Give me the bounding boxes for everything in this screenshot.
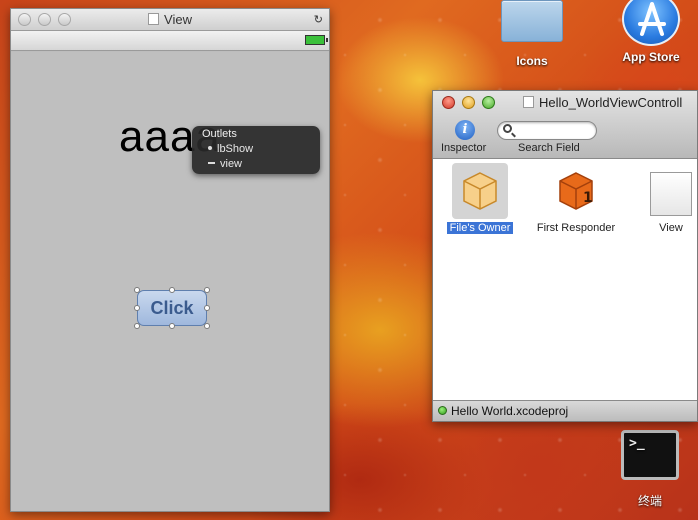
folder-icon	[501, 0, 563, 42]
object-view[interactable]: View	[645, 163, 697, 234]
document-icon	[148, 13, 160, 25]
resize-handle[interactable]	[134, 305, 140, 311]
outlets-popup: Outlets lbShow view	[192, 126, 320, 174]
desktop-icon-label: App Store	[622, 50, 680, 64]
connected-dot-icon	[208, 146, 212, 150]
first-responder-icon: 1	[548, 163, 604, 219]
view-window: View ↻ aaaa Click	[10, 8, 330, 512]
document-icon	[523, 96, 534, 108]
inspector-label[interactable]: Inspector	[441, 142, 486, 154]
window-title: Hello_WorldViewControll	[523, 95, 682, 110]
desktop-app-store[interactable]: App Store	[614, 0, 688, 64]
dash-icon	[208, 162, 215, 164]
project-status-icon	[438, 406, 447, 415]
rotate-icon[interactable]: ↻	[314, 13, 323, 26]
desktop-icon-label: Icons	[516, 54, 548, 68]
minimize-button[interactable]	[462, 96, 475, 109]
outlet-item-view[interactable]: view	[208, 157, 310, 172]
resize-handle[interactable]	[169, 323, 175, 329]
view-icon	[647, 163, 695, 219]
search-field-label: Search Field	[518, 142, 580, 154]
desktop-icon-label: 终端	[637, 494, 662, 508]
svg-text:1: 1	[583, 190, 593, 206]
resize-handle[interactable]	[169, 287, 175, 293]
object-label: First Responder	[536, 222, 616, 234]
window-title: View	[11, 12, 329, 27]
document-status-bar: Hello World.xcodeproj	[433, 400, 697, 421]
object-label: File's Owner	[446, 222, 514, 234]
object-first-responder[interactable]: 1 First Responder	[533, 163, 619, 234]
app-store-icon	[622, 0, 680, 46]
click-button[interactable]: Click	[137, 290, 207, 326]
outlet-label: lbShow	[217, 143, 254, 155]
window-title-text: View	[164, 12, 192, 27]
zoom-button[interactable]	[482, 96, 495, 109]
outlet-label: view	[220, 158, 243, 170]
files-owner-icon	[452, 163, 508, 219]
document-toolbar: Hello_WorldViewControll i Inspector Sear…	[433, 91, 697, 159]
desktop-icons-folder[interactable]: Icons	[500, 0, 564, 68]
terminal-prompt: >_	[629, 436, 645, 451]
simulated-status-bar	[11, 31, 329, 51]
info-icon[interactable]: i	[455, 120, 475, 140]
document-window: Hello_WorldViewControll i Inspector Sear…	[432, 90, 698, 422]
search-icon	[503, 124, 512, 133]
project-name[interactable]: Hello World.xcodeproj	[451, 404, 568, 418]
resize-handle[interactable]	[134, 323, 140, 329]
resize-handle[interactable]	[204, 287, 210, 293]
outlet-item-lbshow[interactable]: lbShow	[208, 142, 310, 157]
view-canvas[interactable]: aaaa Click	[11, 52, 329, 511]
desktop-terminal[interactable]: >_ 终端	[618, 430, 682, 509]
object-files-owner[interactable]: File's Owner	[445, 163, 515, 234]
close-button[interactable]	[442, 96, 455, 109]
outlets-header: Outlets	[202, 128, 237, 140]
window-title-text: Hello_WorldViewControll	[539, 95, 683, 110]
search-input[interactable]	[497, 121, 597, 140]
view-window-titlebar[interactable]: View ↻	[11, 9, 329, 31]
resize-handle[interactable]	[204, 323, 210, 329]
battery-icon	[305, 35, 328, 45]
resize-handle[interactable]	[134, 287, 140, 293]
resize-handle[interactable]	[204, 305, 210, 311]
object-label: View	[659, 222, 683, 234]
terminal-icon: >_	[621, 430, 679, 480]
